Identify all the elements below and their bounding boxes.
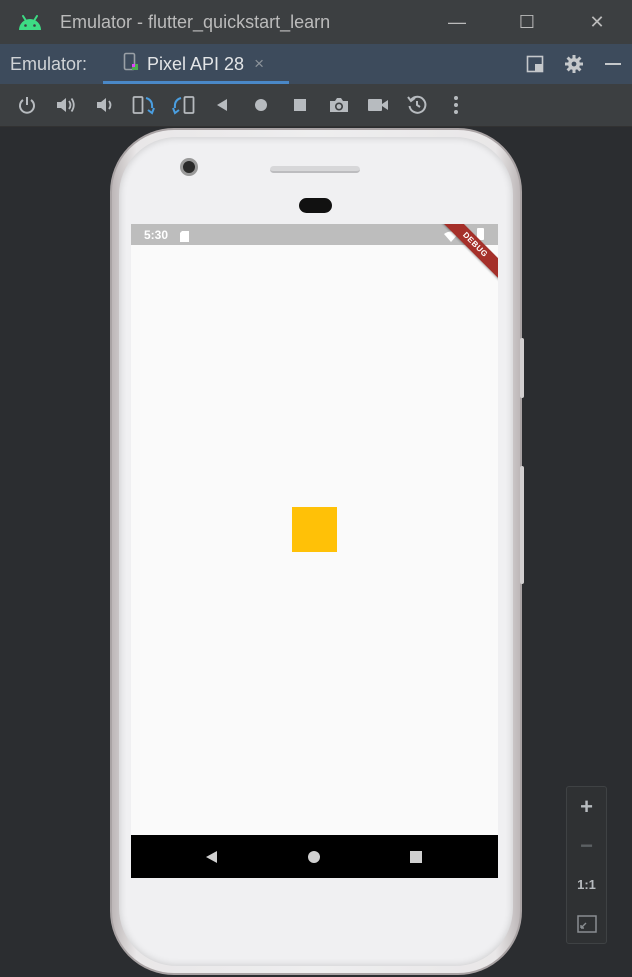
camera-icon[interactable] xyxy=(319,85,358,125)
android-status-bar: 5:30 xyxy=(131,224,498,245)
device-volume-button xyxy=(520,466,524,584)
volume-down-icon[interactable] xyxy=(85,85,124,125)
hide-icon[interactable] xyxy=(593,44,632,84)
nav-home-icon[interactable] xyxy=(284,835,344,878)
window-controls: — ☐ ✕ xyxy=(422,0,632,44)
android-nav-bar xyxy=(131,835,498,878)
zoom-actual-size-button[interactable]: 1:1 xyxy=(567,865,606,904)
tool-window-label: Emulator: xyxy=(10,53,88,74)
rotate-left-icon[interactable] xyxy=(124,85,163,125)
device-icon xyxy=(123,52,139,77)
minimize-button[interactable]: — xyxy=(422,0,492,44)
maximize-button[interactable]: ☐ xyxy=(492,0,562,44)
power-icon[interactable] xyxy=(7,85,46,125)
yellow-container xyxy=(292,507,337,552)
back-icon[interactable] xyxy=(202,85,241,125)
overview-icon[interactable] xyxy=(280,85,319,125)
zoom-in-button[interactable]: + xyxy=(567,787,606,826)
zoom-controls: + − 1:1 xyxy=(566,786,607,944)
tab-pixel-api-28[interactable]: Pixel API 28 × xyxy=(103,44,289,84)
earpiece-speaker xyxy=(270,166,360,173)
tab-close-icon[interactable]: × xyxy=(254,54,264,74)
window-title: Emulator - flutter_quickstart_learn xyxy=(60,11,331,32)
sd-card-icon xyxy=(180,229,190,242)
android-logo-icon xyxy=(16,11,44,33)
home-icon[interactable] xyxy=(241,85,280,125)
snapshot-icon[interactable] xyxy=(397,85,436,125)
front-camera-icon xyxy=(180,158,198,176)
device-screen[interactable]: 5:30 DEBUG xyxy=(131,224,498,878)
volume-up-icon[interactable] xyxy=(46,85,85,125)
close-button[interactable]: ✕ xyxy=(562,0,632,44)
zoom-out-button[interactable]: − xyxy=(567,826,606,865)
status-time: 5:30 xyxy=(144,227,169,242)
gear-icon[interactable] xyxy=(554,44,593,84)
proximity-sensor xyxy=(299,198,332,213)
tab-label: Pixel API 28 xyxy=(147,53,245,74)
device-power-button xyxy=(520,338,524,398)
window-titlebar: Emulator - flutter_quickstart_learn — ☐ … xyxy=(0,0,632,44)
rotate-right-icon[interactable] xyxy=(163,85,202,125)
zoom-fit-icon[interactable] xyxy=(567,904,606,943)
more-icon[interactable] xyxy=(436,85,475,125)
nav-back-icon[interactable] xyxy=(181,835,241,878)
emulator-toolbar xyxy=(0,84,632,127)
layout-icon[interactable] xyxy=(515,44,554,84)
record-icon[interactable] xyxy=(358,85,397,125)
tool-window-header: Emulator: Pixel API 28 × xyxy=(0,44,632,84)
nav-recents-icon[interactable] xyxy=(386,835,446,878)
